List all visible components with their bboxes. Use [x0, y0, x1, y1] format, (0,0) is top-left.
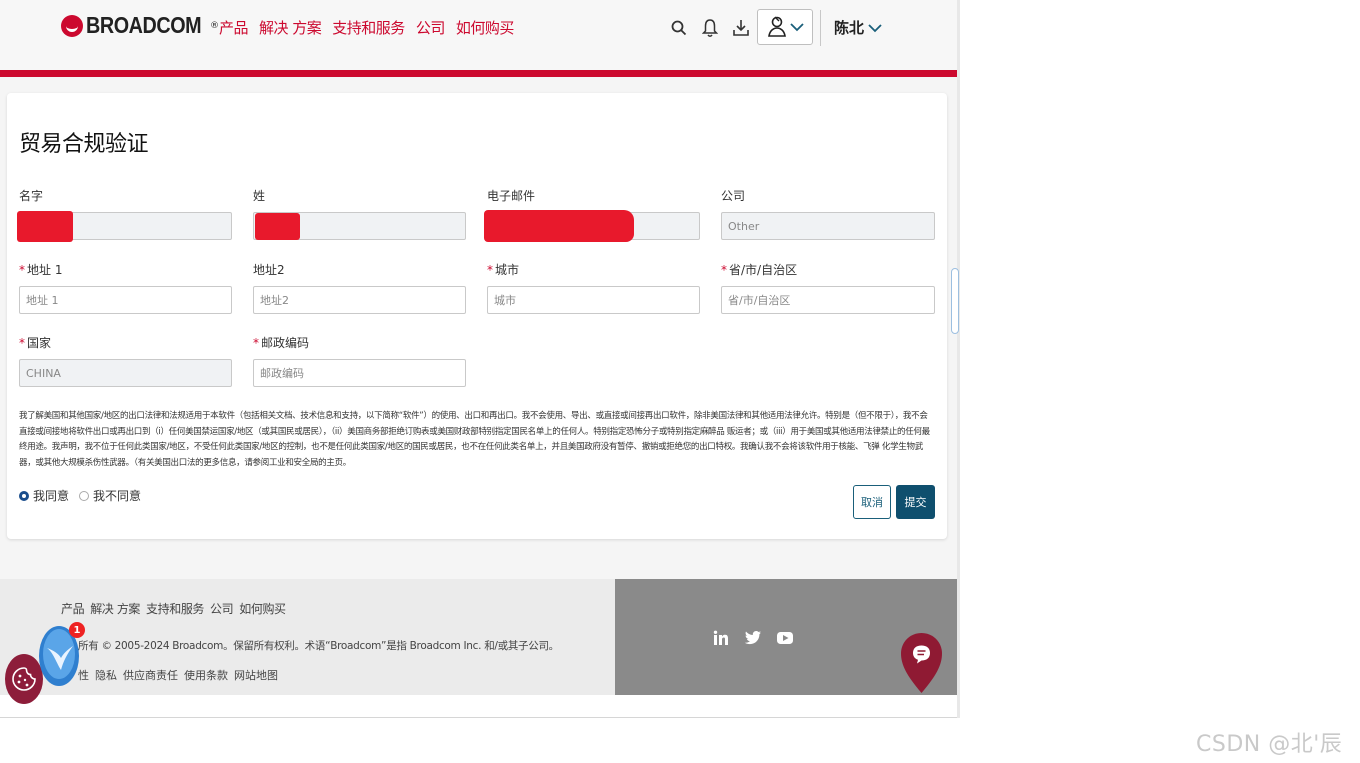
footer-link-supplier[interactable]: 供应商责任	[123, 667, 178, 683]
company-label: 公司	[721, 189, 746, 203]
footer-link-privacy[interactable]: 隐私	[95, 667, 117, 683]
csdn-watermark: CSDN @北'辰	[1196, 732, 1343, 757]
country-label: * 国家	[19, 336, 52, 350]
footer-link-terms[interactable]: 使用条款	[184, 667, 228, 683]
notification-badge: 1	[69, 622, 85, 638]
address2-label: 地址2	[253, 263, 285, 277]
last-name-label: 姓	[253, 189, 266, 203]
site-header: BROADCOM ® 产品 解决 方案 支持和服务 公司 如何购买 陈北	[0, 0, 957, 70]
address1-label: * 地址 1	[19, 263, 63, 277]
agreement-radio-group: 我同意 我不同意	[19, 487, 141, 504]
chat-widget-button[interactable]	[900, 632, 943, 694]
footer-nav: 产品 解决 方案 支持和服务 公司 如何购买	[61, 600, 286, 617]
user-avatar-icon	[768, 16, 786, 37]
registered-mark: ®	[210, 20, 219, 31]
radio-selected-icon	[19, 490, 29, 501]
radio-unselected-icon	[79, 490, 90, 501]
app-root: BROADCOM ® 产品 解决 方案 支持和服务 公司 如何购买 陈北 贸易合…	[0, 0, 1360, 763]
address1-field[interactable]: 地址 1	[19, 286, 232, 314]
postal-code-field[interactable]: 邮政编码	[253, 359, 466, 387]
main-nav: 产品 解决 方案 支持和服务 公司 如何购买	[219, 17, 514, 38]
nav-item-how-to-buy[interactable]: 如何购买	[456, 17, 515, 38]
user-name-menu[interactable]: 陈北	[834, 17, 882, 38]
submit-button[interactable]: 提交	[896, 485, 935, 519]
chevron-down-icon	[790, 23, 804, 32]
page-bottom-spacer	[0, 695, 957, 718]
header-icons	[668, 15, 752, 41]
broadcom-logo-mark-icon	[61, 14, 83, 37]
logo-text: BROADCOM	[86, 12, 202, 38]
header-separator	[820, 10, 821, 46]
disagree-radio[interactable]: 我不同意	[79, 487, 141, 504]
first-name-label: 名字	[19, 189, 44, 203]
footer-link-sitemap[interactable]: 网站地图	[234, 667, 278, 683]
youtube-icon[interactable]	[776, 629, 794, 647]
form-card	[7, 93, 947, 539]
footer-legal-links: 性 隐私 供应商责任 使用条款 网站地图	[78, 667, 278, 683]
footer-nav-how-to-buy[interactable]: 如何购买	[239, 600, 286, 617]
address2-field[interactable]: 地址2	[253, 286, 466, 314]
nav-item-company[interactable]: 公司	[416, 17, 446, 38]
header-accent-bar	[0, 70, 957, 77]
linkedin-icon[interactable]	[712, 629, 730, 647]
nav-item-solutions[interactable]: 解决 方案	[259, 17, 322, 38]
page-scrollbar-track	[957, 0, 960, 718]
city-field[interactable]: 城市	[487, 286, 700, 314]
disagree-label: 我不同意	[93, 489, 142, 503]
city-label: * 城市	[487, 263, 520, 277]
user-name: 陈北	[834, 19, 865, 37]
email-label: 电子邮件	[487, 189, 536, 203]
province-field[interactable]: 省/市/自治区	[721, 286, 935, 314]
user-menu-button[interactable]	[757, 9, 813, 45]
footer-nav-company[interactable]: 公司	[210, 600, 234, 617]
broadcom-logo[interactable]: BROADCOM ®	[61, 12, 219, 39]
company-field[interactable]: Other	[721, 212, 935, 240]
social-links	[712, 629, 794, 647]
chevron-down-icon	[868, 23, 882, 32]
page-title: 贸易合规验证	[19, 132, 149, 157]
redaction-last-name	[255, 213, 300, 240]
nav-item-products[interactable]: 产品	[219, 17, 249, 38]
footer-nav-support[interactable]: 支持和服务	[146, 600, 204, 617]
cookie-icon	[12, 667, 36, 691]
agree-label: 我同意	[33, 489, 70, 503]
province-label: * 省/市/自治区	[721, 263, 798, 277]
redaction-email	[484, 210, 634, 242]
footer-nav-solutions[interactable]: 解决 方案	[90, 600, 140, 617]
page-scrollbar-thumb[interactable]	[951, 268, 959, 334]
bell-icon[interactable]	[699, 15, 721, 41]
postal-code-label: * 邮政编码	[253, 336, 310, 350]
country-field[interactable]: CHINA	[19, 359, 232, 387]
download-icon[interactable]	[730, 15, 752, 41]
agree-radio[interactable]: 我同意	[19, 487, 69, 504]
export-compliance-text: 我了解美国和其他国家/地区的出口法律和法规适用于本软件（包括相关文档、技术信息和…	[19, 411, 930, 468]
footer-nav-products[interactable]: 产品	[61, 600, 85, 617]
search-icon[interactable]	[668, 15, 690, 41]
copyright-text: 所有 © 2005-2024 Broadcom。保留所有权利。术语“Broadc…	[78, 640, 559, 652]
redaction-first-name	[17, 211, 73, 242]
nav-item-support[interactable]: 支持和服务	[332, 17, 405, 38]
twitter-icon[interactable]	[744, 629, 762, 647]
cancel-button[interactable]: 取消	[853, 485, 891, 519]
